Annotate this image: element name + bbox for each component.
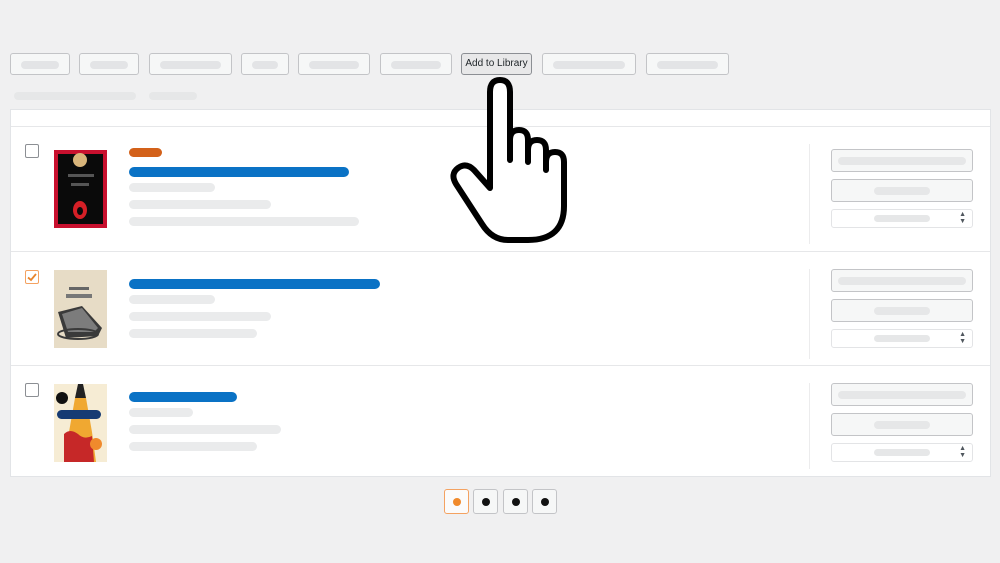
item-cover-image	[54, 270, 107, 348]
label-placeholder	[21, 61, 59, 69]
select-arrows-icon: ▲ ▼	[959, 331, 966, 345]
label-placeholder	[252, 61, 278, 69]
label-placeholder	[309, 61, 359, 69]
page-button-2[interactable]	[473, 489, 498, 514]
list-item: ▲ ▼	[11, 366, 990, 476]
item-meta-placeholder	[129, 312, 271, 321]
column-divider	[809, 269, 810, 359]
label-placeholder	[874, 449, 930, 456]
select-arrows-icon: ▲ ▼	[959, 445, 966, 459]
toolbar-button-4[interactable]	[241, 53, 289, 75]
toolbar-button-9[interactable]	[646, 53, 729, 75]
pointing-hand-cursor-icon	[450, 77, 567, 243]
page-button-3[interactable]	[503, 489, 528, 514]
page-dot-icon	[541, 498, 549, 506]
item-title-link[interactable]	[129, 279, 380, 289]
item-meta-placeholder	[129, 425, 281, 434]
label-placeholder	[874, 187, 930, 195]
label-placeholder	[874, 307, 930, 315]
toolbar-button-5[interactable]	[298, 53, 370, 75]
label-placeholder	[90, 61, 128, 69]
row-select[interactable]: ▲ ▼	[831, 443, 973, 462]
toolbar-button-8[interactable]	[542, 53, 636, 75]
subtitle-placeholder	[149, 92, 197, 100]
label-placeholder	[160, 61, 221, 69]
page-button-4[interactable]	[532, 489, 557, 514]
item-meta-placeholder	[129, 200, 271, 209]
row-action-button[interactable]	[831, 413, 973, 436]
subtitle-placeholder	[14, 92, 136, 100]
column-divider	[809, 144, 810, 244]
select-arrows-icon: ▲ ▼	[959, 211, 966, 225]
row-checkbox[interactable]	[25, 383, 39, 397]
checkmark-icon	[27, 273, 37, 282]
list-item: ▲ ▼	[11, 252, 990, 365]
status-badge	[129, 148, 162, 157]
toolbar-button-1[interactable]	[10, 53, 70, 75]
add-to-library-button[interactable]: Add to Library	[461, 53, 532, 75]
label-placeholder	[391, 61, 441, 69]
item-meta-placeholder	[129, 295, 215, 304]
page-dot-icon	[482, 498, 490, 506]
column-divider	[809, 383, 810, 469]
screen: Add to Library ▲ ▼ ▲ ▼ ▲ ▼	[0, 0, 1000, 563]
item-cover-image	[54, 384, 107, 462]
item-title-link[interactable]	[129, 167, 349, 177]
row-action-button[interactable]	[831, 179, 973, 202]
row-checkbox[interactable]	[25, 270, 39, 284]
item-meta-placeholder	[129, 217, 359, 226]
row-select[interactable]: ▲ ▼	[831, 329, 973, 348]
label-placeholder	[553, 61, 625, 69]
row-action-button[interactable]	[831, 299, 973, 322]
item-meta-placeholder	[129, 183, 215, 192]
item-cover-image	[54, 150, 107, 228]
row-action-button[interactable]	[831, 383, 973, 406]
page-dot-icon	[512, 498, 520, 506]
item-meta-placeholder	[129, 442, 257, 451]
row-select[interactable]: ▲ ▼	[831, 209, 973, 228]
label-placeholder	[657, 61, 718, 69]
toolbar-button-6[interactable]	[380, 53, 452, 75]
toolbar-button-2[interactable]	[79, 53, 139, 75]
label-placeholder	[838, 157, 966, 165]
row-action-button[interactable]	[831, 149, 973, 172]
item-meta-placeholder	[129, 329, 257, 338]
item-meta-placeholder	[129, 408, 193, 417]
row-checkbox[interactable]	[25, 144, 39, 158]
page-button-1[interactable]	[444, 489, 469, 514]
label-placeholder	[838, 391, 966, 399]
row-action-button[interactable]	[831, 269, 973, 292]
label-placeholder	[838, 277, 966, 285]
label-placeholder	[874, 335, 930, 342]
label-placeholder	[874, 421, 930, 429]
page-dot-icon	[453, 498, 461, 506]
toolbar-button-3[interactable]	[149, 53, 232, 75]
item-title-link[interactable]	[129, 392, 237, 402]
label-placeholder	[874, 215, 930, 222]
